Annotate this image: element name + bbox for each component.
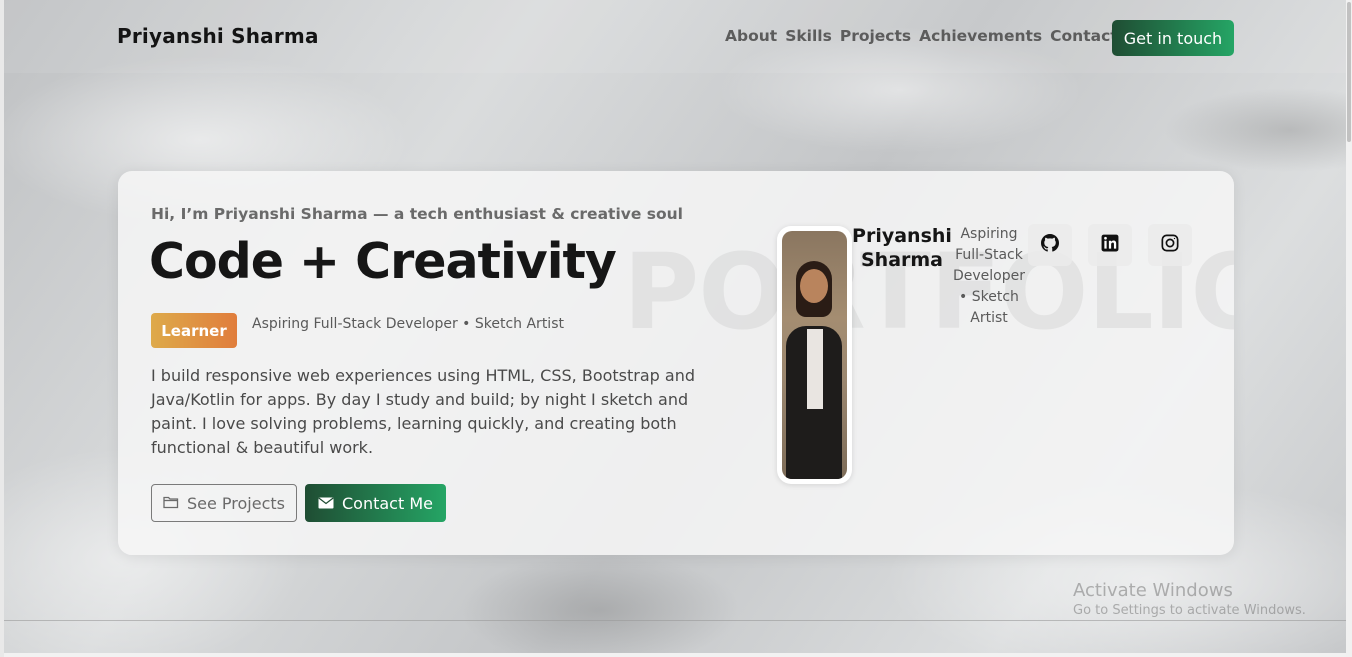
- main-nav: About Skills Projects Achievements Conta…: [725, 27, 1118, 45]
- profile-name: Priyanshi Sharma: [852, 225, 952, 271]
- brand-name[interactable]: Priyanshi Sharma: [117, 24, 319, 48]
- window-edge: [0, 0, 4, 657]
- nav-projects[interactable]: Projects: [840, 27, 911, 45]
- profile-photo-frame: [777, 226, 852, 484]
- site-header: Priyanshi Sharma About Skills Projects A…: [4, 0, 1346, 73]
- scrollbar-thumb[interactable]: [1347, 2, 1351, 142]
- bottom-divider: [4, 620, 1346, 621]
- folder-icon: [163, 494, 179, 513]
- activate-windows-overlay: Activate Windows Go to Settings to activ…: [1073, 580, 1306, 618]
- see-projects-label: See Projects: [186, 493, 285, 513]
- get-in-touch-button[interactable]: Get in touch: [1112, 20, 1234, 56]
- instagram-link[interactable]: [1148, 224, 1192, 266]
- activate-windows-title: Activate Windows: [1073, 580, 1233, 601]
- nav-contact[interactable]: Contact: [1050, 27, 1118, 45]
- contact-me-button[interactable]: Contact Me: [305, 484, 446, 522]
- linkedin-icon: [1101, 234, 1119, 256]
- hero-intro: Hi, I’m Priyanshi Sharma — a tech enthus…: [151, 205, 683, 223]
- activate-windows-subtitle: Go to Settings to activate Windows.: [1073, 603, 1306, 618]
- nav-skills[interactable]: Skills: [785, 27, 832, 45]
- linkedin-link[interactable]: [1088, 224, 1132, 266]
- profile-photo: [782, 231, 847, 479]
- hero-description: I build responsive web experiences using…: [151, 366, 695, 457]
- envelope-icon: [318, 494, 334, 513]
- vertical-scrollbar[interactable]: [1346, 0, 1352, 657]
- github-link[interactable]: [1028, 224, 1072, 266]
- see-projects-button[interactable]: See Projects: [151, 484, 297, 522]
- github-icon: [1041, 234, 1059, 256]
- hero-card: PORTFOLIO Hi, I’m Priyanshi Sharma — a t…: [118, 171, 1234, 555]
- horizontal-scrollbar[interactable]: [4, 653, 1346, 657]
- contact-me-label: Contact Me: [342, 493, 433, 513]
- hero-headline: Code + Creativity: [149, 233, 617, 290]
- learner-badge: Learner: [151, 313, 237, 348]
- profile-role: Aspiring Full-Stack Developer • Sketch A…: [952, 226, 1025, 326]
- instagram-icon: [1161, 234, 1179, 256]
- nav-achievements[interactable]: Achievements: [919, 27, 1042, 45]
- nav-about[interactable]: About: [725, 27, 777, 45]
- hero-role: Aspiring Full-Stack Developer • Sketch A…: [252, 316, 564, 332]
